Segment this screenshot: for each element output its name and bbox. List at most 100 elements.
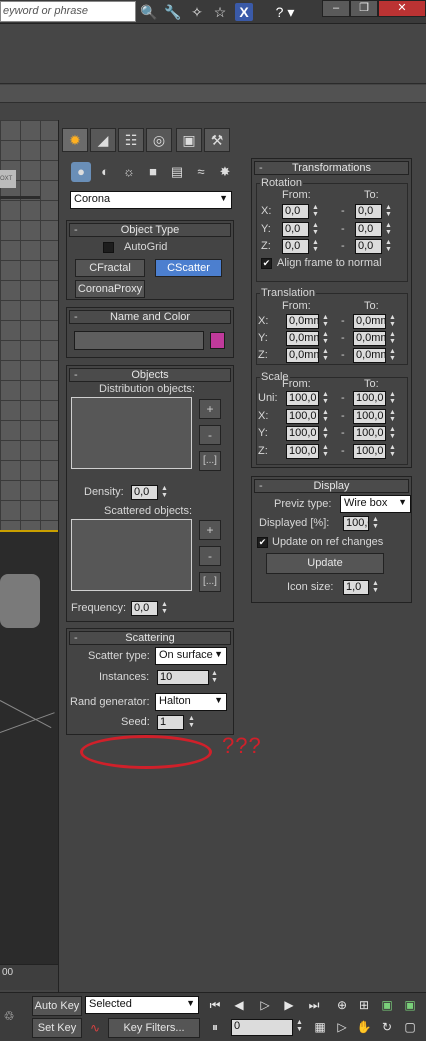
- category-dropdown[interactable]: Corona ▼: [70, 191, 232, 209]
- current-frame-spinner-arrows[interactable]: ▲ ▼: [295, 1019, 304, 1034]
- translation-to-field[interactable]: 0,0mm: [353, 314, 386, 329]
- zoom-extents-icon[interactable]: ▣: [378, 996, 396, 1014]
- distribution-objects-list[interactable]: [71, 397, 192, 469]
- rotation-to-field[interactable]: 0,0: [355, 239, 382, 254]
- cscatter-button[interactable]: CScatter: [155, 259, 222, 277]
- rotation-from-spinner-arrows[interactable]: ▲ ▼: [311, 204, 320, 219]
- shapes-icon[interactable]: ◐: [95, 162, 115, 182]
- scale-from-field[interactable]: 100,0: [286, 391, 319, 406]
- spacewarps-icon[interactable]: ≈: [191, 162, 211, 182]
- scale-from-spinner-arrows[interactable]: ▲ ▼: [321, 391, 330, 406]
- coronaproxy-button[interactable]: CoronaProxy: [75, 280, 145, 298]
- transformations-title[interactable]: - Transformations: [254, 161, 409, 175]
- icon-size-spinner-arrows[interactable]: ▲ ▼: [371, 580, 380, 595]
- scale-to-field[interactable]: 100,0: [353, 391, 386, 406]
- rotation-from-field[interactable]: 0,0: [282, 239, 309, 254]
- key-mode-icon[interactable]: ⏸: [206, 1018, 224, 1036]
- lights-icon[interactable]: ☼: [119, 162, 139, 182]
- field-of-view-icon[interactable]: ▷: [333, 1018, 351, 1036]
- previous-frame-icon[interactable]: ◀: [230, 996, 248, 1014]
- scale-to-spinner-arrows[interactable]: ▲ ▼: [388, 426, 397, 441]
- star-icon[interactable]: ☆: [211, 3, 229, 21]
- selection-dropdown[interactable]: Selected ▼: [85, 996, 199, 1014]
- cfractal-button[interactable]: CFractal: [75, 259, 145, 277]
- set-key-button[interactable]: Set Key: [32, 1018, 82, 1038]
- remove-distribution-button[interactable]: -: [199, 425, 221, 445]
- scattering-title[interactable]: - Scattering: [69, 631, 231, 645]
- go-to-start-icon[interactable]: ⏮: [206, 996, 224, 1014]
- next-frame-icon[interactable]: ▶: [280, 996, 298, 1014]
- tools-icon[interactable]: 🔧: [164, 3, 182, 21]
- translation-to-spinner-arrows[interactable]: ▲ ▼: [388, 331, 397, 346]
- close-button[interactable]: ✕: [378, 0, 426, 17]
- scale-from-field[interactable]: 100,0: [286, 426, 319, 441]
- modify-tab[interactable]: ◢: [90, 128, 116, 152]
- translation-from-spinner-arrows[interactable]: ▲ ▼: [321, 314, 330, 329]
- scale-to-spinner-arrows[interactable]: ▲ ▼: [388, 391, 397, 406]
- viewport-perspective[interactable]: [0, 530, 58, 964]
- translation-to-spinner-arrows[interactable]: ▲ ▼: [388, 314, 397, 329]
- zoom-extents-all-icon[interactable]: ▣: [401, 996, 419, 1014]
- key-filters-button[interactable]: Key Filters...: [108, 1018, 200, 1038]
- create-tab[interactable]: ✹: [62, 128, 88, 152]
- viewport-top[interactable]: OXT: [0, 120, 58, 530]
- orbit-icon[interactable]: ↻: [378, 1018, 396, 1036]
- rotation-from-spinner-arrows[interactable]: ▲ ▼: [311, 239, 320, 254]
- object-color-swatch[interactable]: [210, 332, 225, 349]
- translation-from-spinner-arrows[interactable]: ▲ ▼: [321, 331, 330, 346]
- add-scattered-button[interactable]: +: [199, 520, 221, 540]
- rotation-to-field[interactable]: 0,0: [355, 221, 382, 237]
- utilities-tab[interactable]: ⚒: [204, 128, 230, 152]
- current-frame-field[interactable]: 0: [231, 1019, 293, 1036]
- previz-type-dropdown[interactable]: Wire box ▼: [340, 495, 411, 513]
- icon-size-spinner[interactable]: 1,0: [343, 580, 369, 595]
- zoom-icon[interactable]: ⊕: [333, 996, 351, 1014]
- scale-to-field[interactable]: 100,0: [353, 408, 386, 424]
- seed-spinner[interactable]: 1: [157, 715, 184, 730]
- motion-tab[interactable]: ◎: [146, 128, 172, 152]
- pan-icon[interactable]: ✋: [355, 1018, 373, 1036]
- density-spinner-arrows[interactable]: ▲ ▼: [160, 485, 169, 500]
- cameras-icon[interactable]: ■: [143, 162, 163, 182]
- density-spinner[interactable]: 0,0: [131, 485, 158, 500]
- instances-spinner-arrows[interactable]: ▲ ▼: [210, 670, 219, 685]
- scale-from-field[interactable]: 100,0: [286, 443, 319, 459]
- autogrid-checkbox[interactable]: [103, 242, 114, 253]
- minimize-button[interactable]: –: [322, 0, 350, 17]
- rotation-from-spinner-arrows[interactable]: ▲ ▼: [311, 222, 320, 237]
- name-color-title[interactable]: - Name and Color: [69, 310, 231, 324]
- helpers-icon[interactable]: ▤: [167, 162, 187, 182]
- timeline[interactable]: 00: [0, 964, 58, 990]
- distribution-more-button[interactable]: [...]: [199, 451, 221, 471]
- display-title[interactable]: - Display: [254, 479, 409, 493]
- align-frame-checkbox[interactable]: ✔: [261, 258, 272, 269]
- auto-key-button[interactable]: Auto Key: [32, 996, 82, 1016]
- binoculars-icon[interactable]: 🔍: [140, 3, 158, 21]
- curve-editor-icon[interactable]: ∿: [86, 1019, 104, 1037]
- rotation-to-spinner-arrows[interactable]: ▲ ▼: [384, 239, 393, 254]
- seed-spinner-arrows[interactable]: ▲ ▼: [187, 715, 196, 730]
- scale-to-field[interactable]: 100,0: [353, 426, 386, 441]
- translation-to-spinner-arrows[interactable]: ▲ ▼: [388, 348, 397, 363]
- play-icon[interactable]: ▷: [256, 996, 274, 1014]
- update-on-ref-checkbox[interactable]: ✔: [257, 537, 268, 548]
- translation-to-field[interactable]: 0,0mm: [353, 348, 386, 363]
- scale-from-spinner-arrows[interactable]: ▲ ▼: [321, 444, 330, 459]
- restore-button[interactable]: ❐: [350, 0, 378, 17]
- scatter-type-dropdown[interactable]: On surface ▼: [155, 647, 227, 665]
- zoom-all-icon[interactable]: ⊞: [355, 996, 373, 1014]
- maximize-viewport-icon[interactable]: ▢: [401, 1018, 419, 1036]
- rotation-from-field[interactable]: 0,0: [282, 221, 309, 237]
- displayed-percent-spinner-arrows[interactable]: ▲ ▼: [371, 516, 380, 531]
- rotation-to-spinner-arrows[interactable]: ▲ ▼: [384, 222, 393, 237]
- frequency-spinner-arrows[interactable]: ▲ ▼: [160, 601, 169, 616]
- help-button[interactable]: ? ▾: [268, 2, 302, 22]
- instances-spinner[interactable]: 10: [157, 670, 209, 685]
- star-tools-icon[interactable]: ✧: [188, 3, 206, 21]
- rotation-to-field[interactable]: 0,0: [355, 204, 382, 219]
- translation-from-field[interactable]: 0,0mm: [286, 348, 319, 363]
- frequency-spinner[interactable]: 0,0: [131, 601, 158, 616]
- scale-from-field[interactable]: 100,0: [286, 408, 319, 424]
- remove-scattered-button[interactable]: -: [199, 546, 221, 566]
- time-config-icon[interactable]: ▦: [311, 1018, 329, 1036]
